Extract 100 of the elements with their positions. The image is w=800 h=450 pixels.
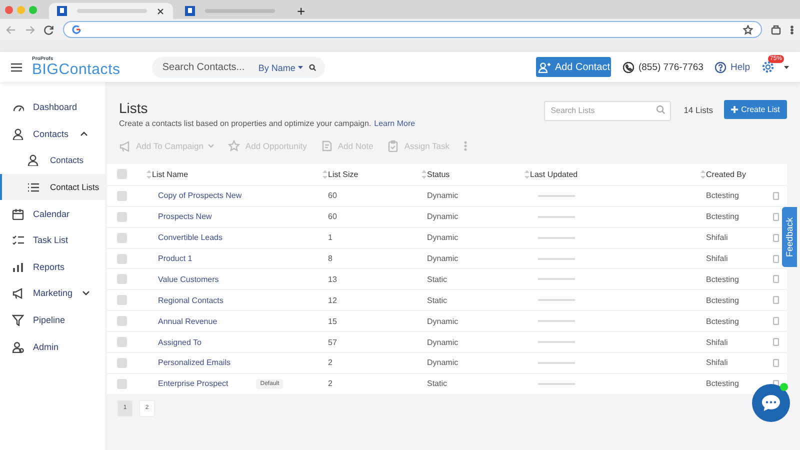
redacted-date — [538, 278, 575, 280]
settings-icon[interactable] — [762, 61, 774, 73]
redacted-date — [538, 236, 575, 239]
list-name-link[interactable]: Prospects New — [158, 212, 212, 222]
redacted-date — [538, 216, 575, 218]
sidebar-item[interactable]: Marketing — [0, 280, 105, 307]
redacted-date — [538, 194, 575, 197]
more-icon[interactable] — [464, 141, 467, 151]
calendar-icon — [12, 208, 24, 220]
table-cell: Bctesting — [706, 316, 739, 326]
sort-icon[interactable] — [146, 170, 152, 179]
table-cell: Bctesting — [706, 212, 739, 222]
list-name-link[interactable]: Personalized Emails — [158, 358, 230, 368]
table-cell: 2 — [328, 358, 332, 368]
create-list-button[interactable]: Create List — [724, 100, 787, 119]
list-name-link[interactable]: Annual Revenue — [158, 316, 218, 326]
help-icon — [715, 62, 726, 72]
plus-icon — [731, 106, 738, 113]
sidebar-item[interactable]: Contact Lists — [0, 174, 105, 200]
row-checkbox[interactable] — [117, 212, 127, 222]
person-icon — [12, 128, 24, 140]
row-checkbox[interactable] — [117, 232, 127, 243]
table-cell: Dynamic — [427, 212, 458, 222]
clipboard-icon — [387, 140, 400, 152]
sidebar-item[interactable]: Pipeline — [0, 306, 105, 334]
table-cell: Dynamic — [427, 316, 458, 326]
favicon-icon — [57, 6, 67, 16]
row-checkbox[interactable] — [117, 274, 127, 284]
page-title: Lists — [119, 100, 149, 116]
list-name-link[interactable]: Convertible Leads — [158, 233, 222, 242]
sort-icon[interactable] — [322, 170, 328, 179]
table-cell: Bctesting — [706, 296, 739, 305]
table-cell: 60 — [328, 212, 337, 222]
row-checkbox[interactable] — [117, 337, 127, 348]
table-cell: Dynamic — [427, 191, 458, 200]
sidebar-item[interactable]: Dashboard — [0, 94, 105, 121]
table-cell: Bctesting — [706, 274, 739, 284]
list-name-link[interactable]: Assigned To — [158, 338, 202, 347]
select-all-checkbox[interactable] — [117, 169, 127, 180]
column-header: Created By — [706, 170, 746, 179]
table-cell: Bctesting — [706, 379, 739, 388]
table-cell: 13 — [328, 274, 337, 284]
list-name-link[interactable]: Copy of Prospects New — [158, 191, 242, 200]
table-cell: Dynamic — [427, 233, 458, 242]
back-icon — [6, 24, 16, 34]
menu-icon[interactable] — [11, 62, 22, 72]
table-cell: 12 — [328, 296, 337, 305]
table-cell: Static — [427, 379, 448, 388]
row-checkbox[interactable] — [117, 190, 127, 201]
column-header: List Size — [328, 170, 358, 179]
sort-icon[interactable] — [421, 170, 427, 179]
search-icon — [656, 105, 665, 114]
row-checkbox[interactable] — [117, 358, 127, 368]
row-checkbox[interactable] — [117, 254, 127, 264]
row-checkbox[interactable] — [117, 378, 127, 389]
sidebar-item[interactable]: Admin — [0, 333, 105, 360]
checklist-icon — [12, 234, 24, 246]
search-icon — [309, 64, 316, 70]
sidebar-item[interactable]: Contacts — [0, 147, 105, 174]
table-cell: Shifali — [706, 358, 728, 368]
more-icon — [790, 24, 794, 34]
phone-link[interactable]: (855) 776-7763 — [623, 62, 704, 72]
star-icon — [743, 24, 753, 34]
table-cell: 8 — [328, 254, 332, 263]
add-contact-button[interactable]: Add Contact — [536, 57, 612, 77]
column-header: List Name — [152, 170, 188, 179]
sort-icon[interactable] — [524, 170, 530, 179]
list-name-link[interactable]: Product 1 — [158, 254, 192, 263]
phone-icon — [623, 62, 634, 72]
browser-tab[interactable] — [49, 3, 173, 19]
sidebar-item[interactable]: Reports — [0, 254, 105, 280]
list-name-link[interactable]: Enterprise Prospect — [158, 379, 228, 388]
sidebar-item[interactable]: Task List — [0, 226, 105, 254]
redacted-date — [538, 362, 575, 364]
sort-icon[interactable] — [700, 170, 706, 179]
chat-bubble-icon — [761, 394, 781, 412]
table-cell: Dynamic — [427, 254, 458, 263]
redacted-date — [538, 341, 575, 344]
search-field[interactable]: Search Lists — [544, 100, 671, 120]
table-cell: 15 — [328, 316, 337, 326]
megaphone-icon — [12, 287, 24, 300]
sidebar-item[interactable]: Contacts — [0, 120, 105, 148]
reload-icon — [44, 24, 54, 34]
add-person-icon — [538, 62, 551, 72]
table-cell: Bctesting — [706, 191, 739, 200]
help-link[interactable]: Help — [715, 62, 750, 72]
page-description: Create a contacts list based on properties and optimize your campaign. — [119, 119, 372, 128]
row-checkbox[interactable] — [117, 316, 127, 326]
table-cell: 2 — [328, 379, 332, 388]
new-tab-button[interactable]: + — [297, 3, 306, 19]
star-icon — [228, 140, 240, 152]
feedback-tab[interactable]: Feedback — [782, 207, 797, 267]
sidebar-item[interactable]: Calendar — [0, 200, 105, 227]
bar-chart-icon — [12, 260, 24, 273]
list-name-link[interactable]: Value Customers — [158, 274, 219, 284]
row-checkbox[interactable] — [117, 295, 127, 306]
google-icon — [72, 25, 81, 34]
filter-dropdown[interactable]: By Name — [258, 62, 304, 72]
learn-more-link[interactable]: Learn More — [374, 119, 416, 128]
list-name-link[interactable]: Regional Contacts — [158, 296, 224, 305]
